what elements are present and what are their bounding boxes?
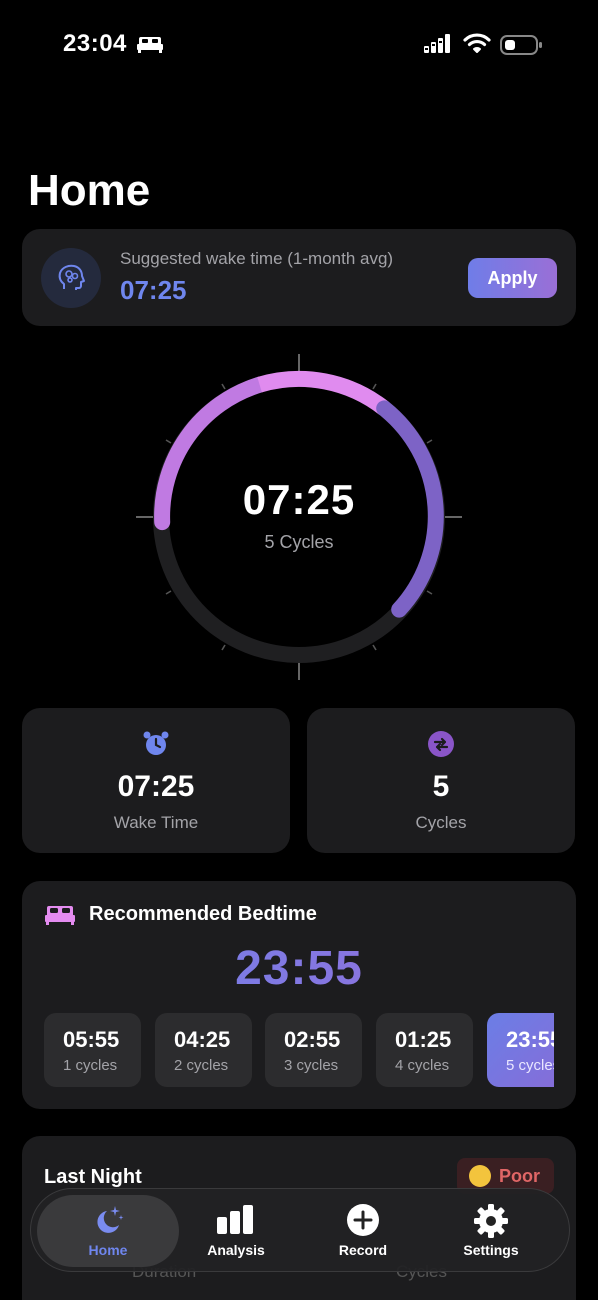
recommended-bedtime-card: Recommended Bedtime 23:55 05:55 1 cycles… [22, 881, 576, 1109]
status-time: 23:04 [63, 30, 127, 57]
battery-icon [500, 35, 542, 55]
tab-label: Settings [463, 1242, 519, 1258]
tab-bar: Home Analysis Record Settings [30, 1188, 570, 1272]
option-time: 23:55 [506, 1027, 554, 1052]
sleepy-face-icon [468, 1165, 491, 1187]
option-cycles: 4 cycles [395, 1057, 450, 1074]
option-time: 02:55 [284, 1027, 341, 1052]
wake-time-card[interactable]: 07:25 Wake Time [22, 708, 290, 853]
cycles-value: 5 [432, 770, 450, 803]
page-title: Home [28, 166, 151, 215]
option-time: 01:25 [395, 1027, 452, 1052]
tab-label: Analysis [207, 1242, 265, 1258]
bedtime-option[interactable]: 05:55 1 cycles [44, 1013, 141, 1087]
tab-label: Home [88, 1242, 128, 1258]
last-night-title: Last Night [44, 1166, 142, 1188]
option-cycles: 5 cycles [506, 1057, 554, 1074]
tab-label: Record [338, 1242, 388, 1258]
status-bar: 23:04 [0, 28, 598, 62]
bar-chart-icon [217, 1205, 253, 1234]
cycles-label: Cycles [415, 813, 467, 832]
gear-icon [474, 1204, 508, 1238]
recommended-title: Recommended Bedtime [89, 903, 317, 925]
bed-icon [137, 37, 163, 53]
dial-cycles: 5 Cycles [264, 532, 334, 552]
bedtime-option[interactable]: 01:25 4 cycles [376, 1013, 473, 1087]
recommended-time: 23:55 [22, 941, 576, 996]
alarm-clock-icon [143, 731, 169, 755]
option-time: 05:55 [63, 1027, 120, 1052]
dial-center: 07:25 5 Cycles [136, 476, 462, 553]
suggested-wake-card: Suggested wake time (1-month avg) 07:25 … [22, 229, 576, 326]
option-time: 04:25 [174, 1027, 231, 1052]
wake-time-value: 07:25 [117, 770, 195, 803]
suggestion-time: 07:25 [120, 275, 187, 305]
tab-settings[interactable]: Settings [426, 1189, 556, 1273]
suggestion-label: Suggested wake time (1-month avg) [120, 249, 394, 268]
bed-icon [45, 906, 75, 925]
option-cycles: 1 cycles [63, 1057, 118, 1074]
moon-stars-icon [97, 1206, 124, 1233]
tab-analysis[interactable]: Analysis [171, 1189, 301, 1273]
dial-time: 07:25 [242, 476, 356, 523]
repeat-icon [428, 731, 454, 757]
option-cycles: 2 cycles [174, 1057, 229, 1074]
bedtime-options: 05:55 1 cycles 04:25 2 cycles 02:55 3 cy… [44, 1013, 554, 1089]
bedtime-option-selected[interactable]: 23:55 5 cycles [487, 1013, 554, 1087]
bedtime-option[interactable]: 02:55 3 cycles [265, 1013, 362, 1087]
quality-label: Poor [498, 1165, 540, 1186]
cellular-signal-icon [424, 34, 450, 53]
dial-progress-arc-top [257, 370, 390, 415]
brain-icon [41, 248, 101, 308]
tab-record[interactable]: Record [298, 1189, 428, 1273]
plus-circle-icon [347, 1204, 379, 1236]
option-cycles: 3 cycles [284, 1057, 339, 1074]
wake-time-label: Wake Time [113, 813, 199, 832]
bedtime-option[interactable]: 04:25 2 cycles [155, 1013, 252, 1087]
tab-home[interactable]: Home [37, 1189, 179, 1273]
wifi-icon [463, 33, 491, 53]
cycles-card[interactable]: 5 Cycles [307, 708, 575, 853]
apply-button[interactable]: Apply [468, 258, 557, 298]
